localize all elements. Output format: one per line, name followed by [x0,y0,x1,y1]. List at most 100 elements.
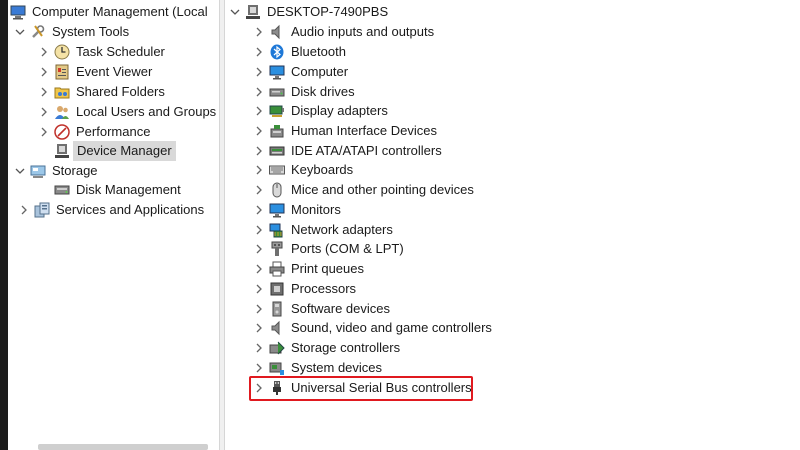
chevron-right-icon[interactable] [253,183,265,197]
ide-controller-icon [269,143,285,159]
tree-item-services-applications[interactable]: Services and Applications [18,200,204,220]
chevron-right-icon[interactable] [253,223,265,237]
tree-item-label: System Tools [52,24,130,39]
chevron-right-icon[interactable] [253,242,265,256]
chevron-right-icon[interactable] [253,321,265,335]
tree-item-system-tools[interactable]: System Tools [14,22,129,42]
horizontal-scrollbar[interactable] [38,444,208,450]
software-device-icon [269,301,285,317]
chevron-right-icon[interactable] [253,25,265,39]
device-tree-root-label: DESKTOP-7490PBS [267,4,389,19]
device-category-network[interactable]: Network adapters [253,220,393,240]
device-category-label: Sound, video and game controllers [291,320,492,335]
device-category-display-adapters[interactable]: Display adapters [253,101,388,121]
device-category-label: Computer [291,64,349,79]
chevron-right-icon[interactable] [253,163,265,177]
device-category-storage-controllers[interactable]: Storage controllers [253,338,400,358]
tree-item-label: Storage [52,163,98,178]
device-category-label: Monitors [291,202,341,217]
device-category-label: Bluetooth [291,44,346,59]
device-category-disk-drives[interactable]: Disk drives [253,82,355,102]
chevron-right-icon[interactable] [38,45,50,59]
tree-item-label: Shared Folders [76,84,165,99]
device-category-bluetooth[interactable]: Bluetooth [253,42,346,62]
device-category-ide[interactable]: IDE ATA/ATAPI controllers [253,141,442,161]
tree-item-shared-folders[interactable]: Shared Folders [38,82,165,102]
tree-item-device-manager[interactable]: Device Manager [54,141,176,161]
disk-drive-icon [269,84,285,100]
device-category-ports[interactable]: Ports (COM & LPT) [253,239,404,259]
chevron-right-icon[interactable] [253,302,265,316]
tree-item-local-users-groups[interactable]: Local Users and Groups [38,102,216,122]
device-category-computer[interactable]: Computer [253,62,348,82]
device-category-keyboards[interactable]: Keyboards [253,160,353,180]
disk-icon [54,182,70,198]
tree-item-disk-management[interactable]: Disk Management [54,180,181,200]
display-adapter-icon [269,103,285,119]
speaker-icon [269,24,285,40]
tree-item-event-viewer[interactable]: Event Viewer [38,62,152,82]
device-category-audio[interactable]: Audio inputs and outputs [253,22,434,42]
tree-item-label: Local Users and Groups [76,104,217,119]
chevron-down-icon[interactable] [14,25,26,39]
monitor-icon [269,202,285,218]
chevron-down-icon[interactable] [229,5,241,19]
device-category-processors[interactable]: Processors [253,279,356,299]
tree-item-label: Disk Management [76,182,181,197]
usb-highlight-box [249,376,473,401]
network-adapter-icon [269,222,285,238]
tree-item-performance[interactable]: Performance [38,122,150,142]
device-category-system-devices[interactable]: System devices [253,358,382,378]
chevron-right-icon[interactable] [253,104,265,118]
performance-icon [54,124,70,140]
chevron-right-icon[interactable] [253,361,265,375]
chevron-right-icon[interactable] [18,203,30,217]
printer-icon [269,261,285,277]
device-category-sound-video[interactable]: Sound, video and game controllers [253,318,492,338]
chevron-right-icon[interactable] [253,65,265,79]
tree-item-label: Task Scheduler [76,44,165,59]
device-category-software-devices[interactable]: Software devices [253,299,390,319]
device-category-mice[interactable]: Mice and other pointing devices [253,180,474,200]
device-category-label: Processors [291,281,357,296]
device-category-print-queues[interactable]: Print queues [253,259,364,279]
chevron-right-icon[interactable] [253,203,265,217]
chevron-right-icon[interactable] [38,125,50,139]
tree-item-label: Event Viewer [76,64,153,79]
device-category-label: System devices [291,360,383,375]
left-window-edge [0,0,8,450]
chevron-down-icon[interactable] [14,164,26,178]
users-icon [54,104,70,120]
chevron-right-icon[interactable] [38,105,50,119]
device-category-label: Print queues [291,261,364,276]
chevron-right-icon[interactable] [38,85,50,99]
chevron-right-icon[interactable] [38,65,50,79]
chevron-right-icon[interactable] [253,85,265,99]
monitor-icon [269,64,285,80]
console-tree-pane[interactable]: Computer Management (Local System Tools … [8,0,219,450]
device-category-label: Disk drives [291,84,355,99]
chevron-right-icon[interactable] [253,282,265,296]
tree-item-computer-management[interactable]: Computer Management (Local [10,2,208,22]
device-category-label: Mice and other pointing devices [291,182,474,197]
chevron-right-icon[interactable] [253,45,265,59]
device-category-label: Storage controllers [291,340,401,355]
tree-item-task-scheduler[interactable]: Task Scheduler [38,42,165,62]
device-category-hid[interactable]: Human Interface Devices [253,121,437,141]
device-category-label: Keyboards [291,162,354,177]
tree-item-label: Performance [76,124,151,139]
port-icon [269,241,285,257]
chevron-right-icon[interactable] [253,124,265,138]
chevron-right-icon[interactable] [253,262,265,276]
computer-management-icon [10,4,26,20]
chevron-right-icon[interactable] [253,144,265,158]
storage-icon [30,163,46,179]
tree-item-storage[interactable]: Storage [14,161,98,181]
processor-icon [269,281,285,297]
device-category-monitors[interactable]: Monitors [253,200,341,220]
event-viewer-icon [54,64,70,80]
chevron-right-icon[interactable] [253,341,265,355]
desktop-icon [245,4,261,20]
device-tree-root[interactable]: DESKTOP-7490PBS [229,2,388,22]
device-category-label: Network adapters [291,222,393,237]
